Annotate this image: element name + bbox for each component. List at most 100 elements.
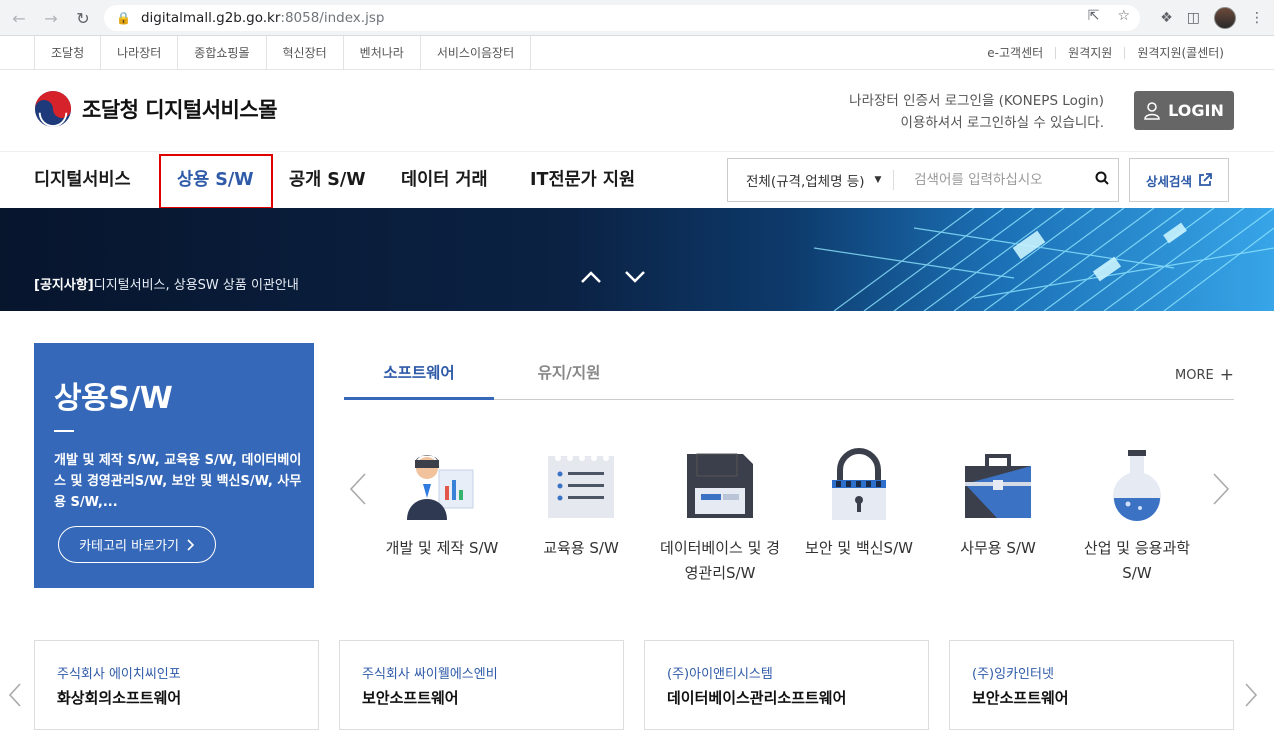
detail-search-button[interactable]: 상세검색 bbox=[1129, 158, 1229, 202]
category-item-edu[interactable]: 교육용 S/W bbox=[516, 448, 646, 561]
category-item-db[interactable]: 데이터베이스 및 경영관리S/W bbox=[655, 448, 785, 586]
card-company: 주식회사 싸이웰에스엔비 bbox=[362, 667, 498, 682]
hero-banner: [공지사항]디지털서비스, 상용SW 상품 이관안내 bbox=[0, 208, 1274, 311]
card-company: (주)잉카인터넷 bbox=[972, 667, 1054, 682]
profile-avatar[interactable] bbox=[1214, 7, 1236, 29]
product-card[interactable]: 주식회사 싸이웰에스엔비 보안소프트웨어 bbox=[339, 640, 624, 730]
category-item-science[interactable]: 산업 및 응용과학 S/W bbox=[1072, 448, 1202, 586]
forward-arrow-icon[interactable]: → bbox=[40, 7, 62, 29]
card-product: 화상회의소프트웨어 bbox=[57, 689, 182, 707]
more-link[interactable]: MORE + bbox=[1175, 365, 1234, 385]
category-shortcut-label: 카테고리 바로가기 bbox=[79, 539, 179, 554]
util-link-remote-support[interactable]: 원격지원 bbox=[1055, 47, 1124, 59]
util-link-innovation[interactable]: 혁신장터 bbox=[267, 36, 344, 70]
floppy-disk-icon bbox=[687, 453, 753, 518]
kebab-menu-icon[interactable]: ⋮ bbox=[1250, 10, 1264, 26]
search-box: 전체(규격,업체명 등) ▼ bbox=[727, 158, 1119, 202]
search-category-value: 전체(규격,업체명 등) bbox=[746, 174, 865, 190]
tab-maintenance[interactable]: 유지/지원 bbox=[494, 343, 644, 400]
card-company: 주식회사 에이치씨인포 bbox=[57, 667, 181, 682]
product-card[interactable]: (주)아이앤티시스템 데이터베이스관리소프트웨어 bbox=[644, 640, 929, 730]
main-navigation: 디지털서비스 상용 S/W 공개 S/W 데이터 거래 IT전문가 지원 전체(… bbox=[0, 152, 1274, 209]
category-label: 개발 및 제작 S/W bbox=[385, 539, 499, 557]
category-panel-title: 상용S/W bbox=[54, 381, 173, 416]
category-item-security[interactable]: 보안 및 백신S/W bbox=[794, 448, 924, 561]
caret-down-icon: ▼ bbox=[874, 175, 882, 185]
carousel-prev-icon[interactable] bbox=[349, 472, 367, 506]
flask-icon bbox=[1113, 450, 1161, 521]
util-link-remote-callcenter[interactable]: 원격지원(콜센터) bbox=[1124, 47, 1236, 59]
notice-tag: [공지사항] bbox=[34, 278, 94, 293]
util-link-customer-center[interactable]: e-고객센터 bbox=[975, 47, 1055, 59]
circuit-board-graphic bbox=[813, 208, 1274, 311]
lock-icon[interactable]: 🔒 bbox=[116, 11, 131, 25]
login-notice-line2: 이용하셔서 로그인하실 수 있습니다. bbox=[900, 115, 1104, 131]
search-category-select[interactable]: 전체(규격,업체명 등) ▼ bbox=[728, 170, 895, 190]
notice-text: 디지털서비스, 상용SW 상품 이관안내 bbox=[93, 278, 299, 293]
tab-software[interactable]: 소프트웨어 bbox=[344, 343, 494, 400]
notice-controls bbox=[580, 270, 646, 284]
briefcase-icon bbox=[965, 454, 1031, 518]
search-input[interactable] bbox=[894, 172, 1086, 188]
login-notice-line1: 나라장터 인증서 로그인을 (KONEPS Login) bbox=[849, 93, 1104, 109]
category-label: 교육용 S/W bbox=[543, 539, 619, 557]
nav-digital-service[interactable]: 디지털서비스 bbox=[34, 152, 131, 208]
site-logo[interactable]: 조달청 디지털서비스몰 bbox=[34, 90, 278, 128]
notice-ticker[interactable]: [공지사항]디지털서비스, 상용SW 상품 이관안내 bbox=[34, 274, 299, 293]
site-header: 조달청 디지털서비스몰 나라장터 인증서 로그인을 (KONEPS Login)… bbox=[0, 70, 1274, 152]
util-link-service[interactable]: 서비스이음장터 bbox=[421, 36, 532, 70]
card-product: 보안소프트웨어 bbox=[972, 689, 1069, 707]
url-host: digitalmall.g2b.go.kr bbox=[140, 10, 281, 26]
category-panel-description: 개발 및 제작 S/W, 교육용 S/W, 데이터베이스 및 경영관리S/W, … bbox=[54, 453, 302, 510]
developer-icon bbox=[407, 455, 474, 520]
category-panel: 상용S/W 개발 및 제작 S/W, 교육용 S/W, 데이터베이스 및 경영관… bbox=[34, 343, 314, 588]
card-product: 보안소프트웨어 bbox=[362, 689, 459, 707]
card-company: (주)아이앤티시스템 bbox=[667, 667, 773, 682]
taegeuk-logo-icon bbox=[34, 90, 72, 128]
share-icon[interactable]: ⇱ bbox=[1088, 8, 1100, 24]
card-product: 데이터베이스관리소프트웨어 bbox=[667, 689, 847, 707]
site-title: 조달청 디지털서비스몰 bbox=[82, 98, 278, 122]
address-bar[interactable]: 🔒 digitalmall.g2b.go.kr:8058/index.jsp ⇱… bbox=[104, 5, 1140, 31]
cards-prev-icon[interactable] bbox=[8, 682, 22, 708]
util-link-pps[interactable]: 조달청 bbox=[35, 36, 102, 70]
product-tabs: 소프트웨어 유지/지원 MORE + bbox=[344, 343, 1234, 400]
carousel-next-icon[interactable] bbox=[1212, 472, 1230, 506]
util-link-g2b[interactable]: 나라장터 bbox=[101, 36, 179, 70]
product-card[interactable]: 주식회사 에이치씨인포 화상회의소프트웨어 bbox=[34, 640, 319, 730]
category-label: 보안 및 백신S/W bbox=[805, 539, 913, 557]
external-link-icon bbox=[1199, 173, 1212, 186]
family-sites: 조달청 나라장터 종합쇼핑몰 혁신장터 벤처나라 서비스이음장터 bbox=[34, 36, 532, 70]
util-link-shopping[interactable]: 종합쇼핑몰 bbox=[178, 36, 267, 70]
login-label: LOGIN bbox=[1168, 101, 1224, 120]
bookmark-star-icon[interactable]: ☆ bbox=[1117, 8, 1130, 24]
back-arrow-icon[interactable]: ← bbox=[8, 7, 30, 29]
more-label: MORE bbox=[1175, 367, 1214, 383]
product-card[interactable]: (주)잉카인터넷 보안소프트웨어 bbox=[949, 640, 1234, 730]
divider bbox=[54, 430, 74, 432]
category-item-office[interactable]: 사무용 S/W bbox=[933, 448, 1063, 561]
login-notice: 나라장터 인증서 로그인을 (KONEPS Login) 이용하셔서 로그인하실… bbox=[849, 90, 1104, 134]
nav-data-trade[interactable]: 데이터 거래 bbox=[401, 152, 488, 208]
user-icon bbox=[1144, 101, 1160, 120]
side-panel-icon[interactable]: ◫ bbox=[1187, 10, 1200, 26]
category-label: 산업 및 응용과학 S/W bbox=[1083, 539, 1191, 582]
highlight-box bbox=[159, 154, 273, 209]
reload-icon[interactable]: ↻ bbox=[72, 7, 94, 29]
support-links: e-고객센터 원격지원 원격지원(콜센터) bbox=[975, 36, 1236, 70]
category-shortcut-button[interactable]: 카테고리 바로가기 bbox=[58, 526, 216, 563]
search-icon[interactable] bbox=[1085, 171, 1118, 189]
nav-it-expert[interactable]: IT전문가 지원 bbox=[530, 152, 635, 208]
chevron-right-icon bbox=[187, 538, 195, 551]
login-button[interactable]: LOGIN bbox=[1134, 91, 1234, 130]
notepad-icon bbox=[548, 455, 614, 518]
padlock-icon bbox=[832, 448, 886, 520]
nav-open-sw[interactable]: 공개 S/W bbox=[289, 152, 366, 208]
detail-search-label: 상세검색 bbox=[1145, 173, 1192, 189]
extensions-puzzle-icon[interactable]: ❖ bbox=[1160, 10, 1173, 26]
category-item-dev[interactable]: 개발 및 제작 S/W bbox=[377, 448, 507, 561]
util-link-venture[interactable]: 벤처나라 bbox=[344, 36, 421, 70]
chevron-up-icon[interactable] bbox=[580, 270, 602, 284]
cards-next-icon[interactable] bbox=[1244, 682, 1258, 708]
chevron-down-icon[interactable] bbox=[624, 270, 646, 284]
